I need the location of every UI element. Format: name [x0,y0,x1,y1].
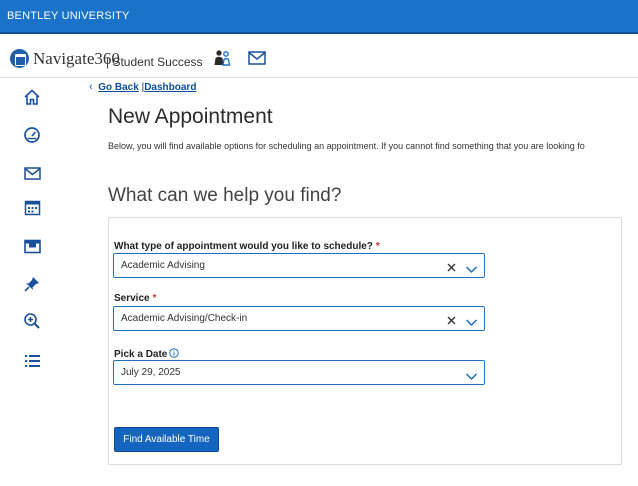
required-marker: * [375,241,380,252]
clear-icon[interactable] [446,260,457,278]
find-available-time-button[interactable]: Find Available Time [114,427,219,452]
chevron-down-icon[interactable] [465,314,478,332]
chevron-down-icon[interactable] [465,368,478,386]
sidebar [0,80,64,486]
service-select[interactable]: Academic Advising/Check-in [113,306,485,331]
date-value: July 29, 2025 [121,367,181,378]
appointment-type-label-text: What type of appointment would you like … [114,241,373,252]
breadcrumb: ‹ Go Back |Dashboard [89,81,196,93]
people-icon[interactable] [212,49,232,72]
mail-icon[interactable] [248,51,266,70]
institution-bar: BENTLEY UNIVERSITY [0,0,638,34]
date-label-text: Pick a Date [114,349,168,360]
navigate-logo-icon[interactable] [10,49,29,68]
brand-product: | Student Success [106,55,203,69]
institution-name: BENTLEY UNIVERSITY [7,10,130,22]
go-back-link[interactable]: Go Back [98,82,139,93]
product-name: Student Success [112,55,203,69]
service-label-text: Service [114,293,150,304]
service-value: Academic Advising/Check-in [121,313,248,324]
calendar-icon[interactable] [22,197,42,217]
appointment-type-select[interactable]: Academic Advising [113,253,485,278]
chevron-left-icon[interactable]: ‹ [89,81,93,93]
page-title: New Appointment [108,105,273,128]
brand-separator: | [106,55,110,69]
dashboard-link[interactable]: Dashboard [144,82,196,93]
intro-text: Below, you will find available options f… [108,141,585,151]
mail-icon[interactable] [22,163,42,183]
appointment-type-label: What type of appointment would you like … [114,241,380,252]
pin-icon[interactable] [22,274,42,294]
section-title: What can we help you find? [108,185,342,206]
appointment-type-value: Academic Advising [121,260,205,271]
list-icon[interactable] [22,351,42,371]
app-header: Navigate360 | Student Success [0,36,638,78]
home-icon[interactable] [22,87,42,107]
date-picker[interactable]: July 29, 2025 [113,360,485,385]
service-label: Service * [114,293,157,304]
clear-icon[interactable] [446,313,457,331]
card-icon[interactable] [22,236,42,256]
zoom-in-icon[interactable] [22,311,42,331]
dashboard-gauge-icon[interactable] [22,125,42,145]
required-marker: * [152,293,157,304]
chevron-down-icon[interactable] [465,261,478,279]
